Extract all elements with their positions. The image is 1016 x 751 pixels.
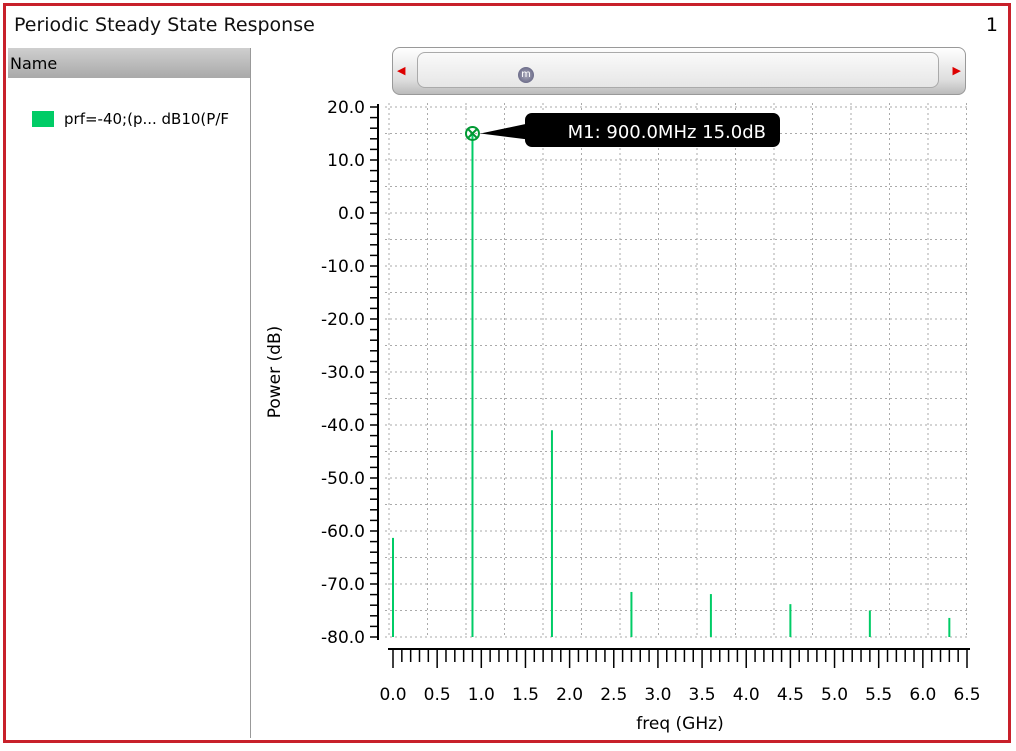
x-tick-label: 3.0 — [644, 685, 671, 705]
x-tick-label: 1.0 — [468, 685, 495, 705]
x-tick-label: 5.0 — [821, 685, 848, 705]
y-tick-label: -70.0 — [321, 575, 365, 595]
x-tick-label: 4.5 — [777, 685, 804, 705]
y-tick-label: -50.0 — [321, 469, 365, 489]
x-tick-label: 0.0 — [379, 685, 406, 705]
x-tick-label: 2.0 — [556, 685, 583, 705]
y-axis-title: Power (dB) — [265, 326, 285, 419]
x-tick-label: 3.5 — [689, 685, 716, 705]
x-tick-label: 6.5 — [953, 685, 980, 705]
x-tick-label: 2.5 — [600, 685, 627, 705]
marker-label: M1: 900.0MHz 15.0dB — [568, 122, 766, 143]
x-tick-label: 5.5 — [865, 685, 892, 705]
y-tick-label: -30.0 — [321, 363, 365, 383]
y-tick-label: -40.0 — [321, 416, 365, 436]
y-tick-label: -80.0 — [321, 628, 365, 648]
marker-label-pointer — [480, 123, 528, 140]
y-tick-label: -10.0 — [321, 257, 365, 277]
y-tick-label: 0.0 — [338, 204, 365, 224]
x-tick-label: 4.0 — [733, 685, 760, 705]
y-tick-label: -20.0 — [321, 310, 365, 330]
y-tick-label: 20.0 — [327, 98, 365, 118]
x-tick-label: 1.5 — [512, 685, 539, 705]
x-tick-label: 0.5 — [424, 685, 451, 705]
x-axis-title: freq (GHz) — [636, 714, 723, 734]
y-tick-label: -60.0 — [321, 522, 365, 542]
plot-area[interactable]: 20.0 10.0 0.0 -10.0 -20.0 -30.0 -40.0 -50.0 -60.… — [0, 0, 1016, 751]
y-tick-label: 10.0 — [327, 151, 365, 171]
x-tick-label: 6.0 — [909, 685, 936, 705]
